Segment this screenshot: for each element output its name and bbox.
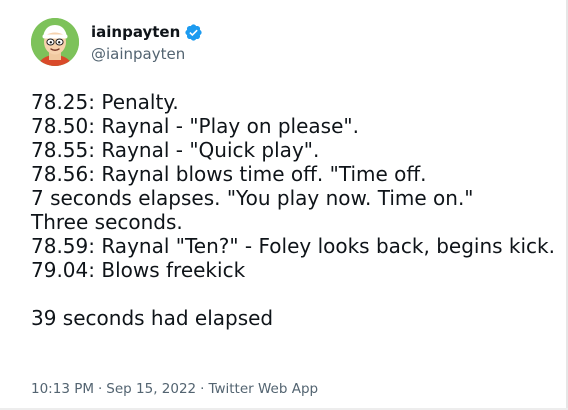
tweet-time: 10:13 PM [31,381,94,397]
tweet-text: 78.25: Penalty. 78.50: Raynal - "Play on… [31,90,563,330]
avatar[interactable] [31,18,79,66]
tweet-date: Sep 15, 2022 [106,381,197,397]
tweet-line: 78.50: Raynal - "Play on please". [31,114,359,138]
avatar-icon [31,18,79,66]
tweet-line: 39 seconds had elapsed [31,306,274,330]
tweet-line: Three seconds. [31,210,183,234]
tweet-line: 78.59: Raynal "Ten?" - Foley looks back,… [31,234,555,258]
meta-separator: · [200,381,205,397]
verified-badge-icon [184,23,203,42]
tweet-line: 7 seconds elapses. "You play now. Time o… [31,186,474,210]
tweet-line: 79.04: Blows freekick [31,258,246,282]
tweet-line: 78.55: Raynal - "Quick play". [31,138,320,162]
tweet-source-link[interactable]: Twitter Web App [208,381,318,397]
tweet-line: 78.25: Penalty. [31,90,179,114]
tweet-line: 78.56: Raynal blows time off. "Time off. [31,162,427,186]
meta-separator: · [98,381,103,397]
author-display-name[interactable]: iainpayten [91,22,180,42]
author-name-row[interactable]: iainpayten [91,22,203,42]
tweet-card: iainpayten @iainpayten 78.25: Penalty. 7… [0,0,568,410]
author-handle[interactable]: @iainpayten [91,44,185,64]
tweet-metadata: 10:13 PM · Sep 15, 2022 · Twitter Web App [31,378,318,400]
tweet-timestamp-link[interactable]: 10:13 PM · Sep 15, 2022 [31,381,196,397]
